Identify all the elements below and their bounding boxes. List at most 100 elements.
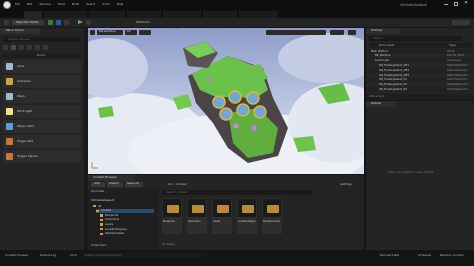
blueprint-icon[interactable]	[56, 20, 61, 25]
revision-control-button[interactable]: Revision Control	[440, 254, 474, 258]
folder-item[interactable]: StarterContent	[100, 232, 158, 236]
asset-tile[interactable]: LevelPrototyping	[237, 198, 257, 234]
menu-item-window[interactable]: Window	[39, 3, 50, 8]
show-dropdown[interactable]	[139, 30, 151, 35]
level-tab[interactable]: BP_MovingPlatform	[89, 11, 126, 28]
outliner-row-label: Main (Editor)	[371, 49, 388, 53]
basic-icon[interactable]	[11, 45, 16, 50]
play-button[interactable]	[78, 20, 83, 24]
platform-ring	[246, 91, 260, 105]
add-content-icon[interactable]	[48, 20, 53, 25]
category-header: BASIC	[3, 53, 81, 58]
level-tab[interactable]: BP_PushingCube	[127, 11, 162, 28]
actor-item[interactable]: Trigger Box	[3, 135, 81, 148]
content-browser-title: Content Browser	[93, 176, 118, 179]
menu-item-build[interactable]: Build	[72, 3, 79, 8]
platforms-dropdown[interactable]: Platforms	[130, 20, 156, 25]
transform-tools[interactable]	[266, 30, 326, 35]
visual-effects-icon[interactable]	[35, 45, 40, 50]
content-drawer-button[interactable]: Content Drawer	[5, 254, 28, 258]
shapes-icon[interactable]	[27, 45, 32, 50]
category-icons	[3, 45, 81, 51]
platform-ring	[212, 95, 226, 109]
level-tab[interactable]: Main	[24, 11, 42, 28]
level-tab[interactable]: BP_FirstPersonCharacter	[44, 11, 88, 28]
folder-label: Characters	[105, 218, 120, 222]
outliner-tab[interactable]: Outliner	[366, 28, 400, 34]
folder-icon	[100, 218, 103, 222]
folder-icon	[167, 205, 179, 213]
add-button[interactable]: Add	[91, 182, 105, 187]
asset-tile[interactable]: Levels	[212, 198, 232, 234]
menu-item-edit[interactable]: Edit	[27, 3, 33, 8]
actor-item[interactable]: Point Light	[3, 105, 81, 118]
unreal-logo-icon[interactable]	[3, 1, 11, 9]
outliner-row-label: SM_FloatingIsland_K3	[379, 87, 407, 91]
collections-header[interactable]: Collections	[91, 244, 107, 248]
settings-dropdown[interactable]	[452, 20, 470, 25]
cinematics-icon[interactable]	[64, 20, 69, 25]
menu-item-actor[interactable]: Actor	[102, 3, 110, 8]
outliner-row-type: StaticMeshActor	[447, 73, 469, 77]
place-actors-search[interactable]: Search Classes	[3, 37, 81, 42]
asset-thumbnail	[213, 199, 231, 217]
actor-label: Trigger Sphere	[17, 155, 39, 158]
platform-ring	[253, 105, 267, 119]
import-button[interactable]: Import	[107, 182, 123, 187]
actor-item[interactable]: Actor	[3, 60, 81, 73]
menu-item-help[interactable]: Help	[117, 3, 124, 8]
level-tab[interactable]: BP_ShelterActorsArea	[238, 11, 278, 28]
selection-mode-dropdown[interactable]: Selection Mode	[12, 20, 44, 25]
folder-icon	[242, 205, 254, 213]
save-all-button[interactable]: Save All	[125, 182, 143, 187]
maximize-button[interactable]	[454, 2, 458, 6]
recent-icon[interactable]	[3, 45, 8, 50]
volumes-icon[interactable]	[43, 45, 48, 50]
lit-dropdown[interactable]: Lit	[125, 30, 137, 35]
outliner-search[interactable]: Search...	[369, 36, 461, 41]
menu-item-tools[interactable]: Tools	[58, 3, 65, 8]
actor-item[interactable]: Player Start	[3, 120, 81, 133]
project-root[interactable]: UltimateAssault	[91, 199, 114, 203]
play-options-icon[interactable]	[86, 20, 91, 25]
level-tab[interactable]: BP_Damager	[202, 11, 237, 28]
actor-icon	[6, 93, 13, 100]
details-tab[interactable]: Details	[366, 101, 396, 107]
close-button[interactable]: ✕	[464, 1, 468, 5]
minimize-button[interactable]	[444, 4, 448, 5]
favorites-header[interactable]: Favorites	[91, 190, 104, 194]
menu-item-select[interactable]: Select	[86, 3, 95, 8]
outliner-row[interactable]: SM_FloatingIsland_K3 StaticMeshActor	[369, 87, 473, 92]
perspective-dropdown[interactable]: Perspective	[97, 30, 123, 35]
menu-item-file[interactable]: File	[15, 3, 20, 8]
asset-tile[interactable]: Blueprints	[162, 198, 182, 234]
lights-icon[interactable]	[19, 45, 24, 50]
details-panel: Details Select an object to view details…	[366, 101, 474, 250]
actor-item[interactable]: Pawn	[3, 90, 81, 103]
derived-data-button[interactable]: Derived Data	[380, 254, 399, 258]
save-icon[interactable]	[4, 20, 9, 25]
menu-bar: File Edit Window Tools Build Select Actor Help	[15, 3, 123, 8]
asset-tile[interactable]: StarterContent	[262, 198, 282, 234]
folder-icon	[100, 223, 103, 226]
console-input[interactable]: Enter Console Command	[82, 253, 202, 258]
settings-button[interactable]: Settings	[340, 183, 352, 187]
level-tab[interactable]: BP_RotatingPlatform	[163, 11, 201, 28]
camera-speed[interactable]	[330, 30, 344, 35]
content-search[interactable]: Search Content	[162, 190, 312, 195]
column-type: Type	[449, 44, 456, 47]
actor-item[interactable]: Character	[3, 75, 81, 88]
output-log-button[interactable]: Output Log	[40, 254, 56, 258]
actor-item[interactable]: Trigger Sphere	[3, 150, 81, 163]
category-label: BASIC	[37, 54, 46, 57]
save-status[interactable]: All Saved	[418, 254, 431, 258]
scene-render	[88, 28, 364, 174]
actor-label: Actor	[17, 65, 25, 68]
viewport-menu-icon[interactable]	[90, 30, 95, 35]
outliner-row-label: BP_Machine	[375, 54, 391, 58]
asset-tile[interactable]: Characters	[187, 198, 207, 234]
maximize-viewport-icon[interactable]	[348, 30, 356, 35]
place-actors-tab[interactable]: Place Actors	[0, 28, 40, 34]
level-viewport[interactable]: Perspective Lit	[88, 28, 364, 174]
console-placeholder: Enter Console Command	[85, 254, 121, 257]
